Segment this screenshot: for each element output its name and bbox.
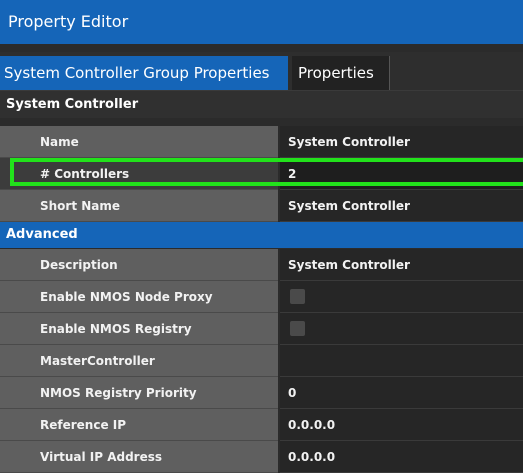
property-label: NMOS Registry Priority xyxy=(0,377,278,409)
property-row-name: Name System Controller xyxy=(0,126,523,158)
property-row-description: Description System Controller xyxy=(0,249,523,281)
section-header-advanced[interactable]: Advanced xyxy=(0,222,523,248)
enable-nmos-node-proxy-checkbox[interactable] xyxy=(290,289,305,304)
property-row-virtual-ip-address: Virtual IP Address 0.0.0.0 xyxy=(0,441,523,473)
property-value-field[interactable]: System Controller xyxy=(280,249,523,281)
property-row-enable-nmos-registry: Enable NMOS Registry xyxy=(0,313,523,345)
property-row-short-name: Short Name System Controller xyxy=(0,190,523,222)
property-label: Name xyxy=(0,126,278,158)
property-label: Description xyxy=(0,249,278,281)
property-label: Enable NMOS Registry xyxy=(0,313,278,345)
property-label: MasterController xyxy=(0,345,278,377)
property-label: Virtual IP Address xyxy=(0,441,278,473)
property-value-cell xyxy=(280,281,523,313)
property-label: Short Name xyxy=(0,190,278,222)
property-label: Enable NMOS Node Proxy xyxy=(0,281,278,313)
property-value-field[interactable]: 2 xyxy=(280,158,523,190)
tab-properties[interactable]: Properties xyxy=(292,56,390,90)
property-editor-title: Property Editor xyxy=(0,0,523,44)
property-value-field[interactable] xyxy=(280,345,523,377)
property-value-cell xyxy=(280,313,523,345)
property-row-nmos-registry-priority: NMOS Registry Priority 0 xyxy=(0,377,523,409)
property-value-field[interactable]: 0.0.0.0 xyxy=(280,441,523,473)
section-header-system-controller[interactable]: System Controller xyxy=(0,90,523,118)
property-row-reference-ip: Reference IP 0.0.0.0 xyxy=(0,409,523,441)
property-value-field[interactable]: 0 xyxy=(280,377,523,409)
property-value-field[interactable]: 0.0.0.0 xyxy=(280,409,523,441)
property-label: # Controllers xyxy=(0,158,278,190)
property-value-field[interactable]: System Controller xyxy=(280,126,523,158)
enable-nmos-registry-checkbox[interactable] xyxy=(290,321,305,336)
property-row-master-controller: MasterController xyxy=(0,345,523,377)
property-row-enable-nmos-node-proxy: Enable NMOS Node Proxy xyxy=(0,281,523,313)
property-label: Reference IP xyxy=(0,409,278,441)
property-value-field[interactable]: System Controller xyxy=(280,190,523,222)
tab-strip: System Controller Group Properties Prope… xyxy=(0,52,523,90)
tab-system-controller-group-properties[interactable]: System Controller Group Properties xyxy=(0,56,288,90)
property-row-controllers: # Controllers 2 xyxy=(0,158,523,190)
